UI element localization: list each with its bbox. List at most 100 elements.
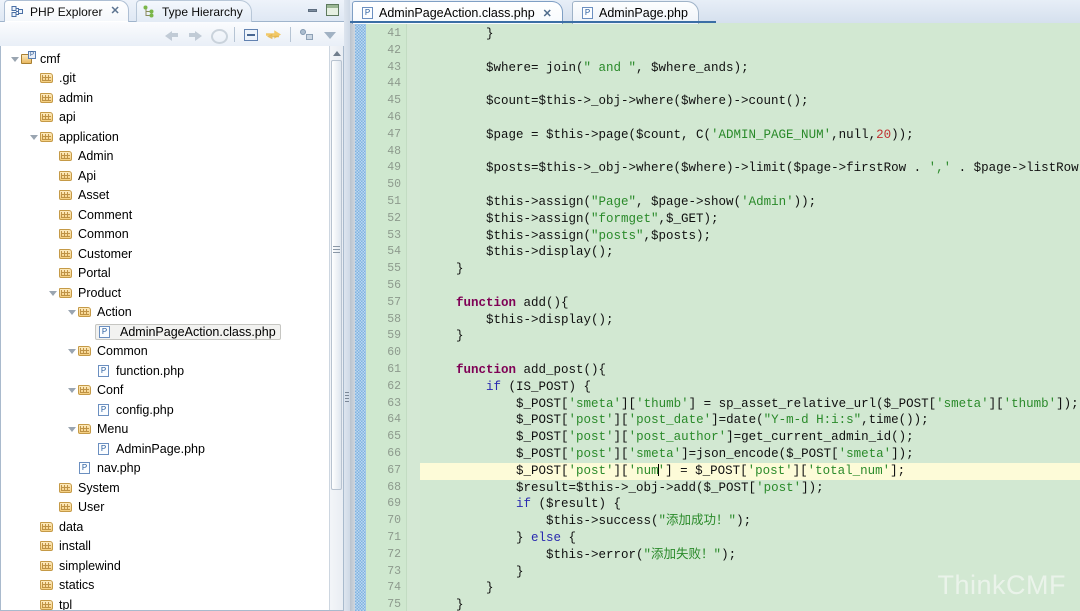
view-tab-php-explorer[interactable]: PHP Explorer ✕: [4, 0, 129, 22]
php-explorer-icon: [11, 5, 24, 18]
code-line[interactable]: } else {: [420, 530, 1080, 547]
maximize-icon[interactable]: [325, 3, 340, 17]
line-number-ruler: 41 42 43 44 45 46 47 48 49 50 51 52 53 54 55 56 57 58 59 60…: [366, 23, 416, 611]
expand-arrow-icon[interactable]: [47, 288, 57, 298]
link-with-editor-icon[interactable]: [264, 25, 284, 44]
code-line[interactable]: $this->error("添加失败！");: [420, 547, 1080, 564]
scroll-up-icon[interactable]: [330, 46, 343, 60]
code-line[interactable]: function add_post(){: [420, 362, 1080, 379]
code-line[interactable]: [420, 278, 1080, 295]
code-line[interactable]: $this->success("添加成功！");: [420, 513, 1080, 530]
code-line[interactable]: $where= join(" and ", $where_ands);: [420, 60, 1080, 77]
expand-arrow-icon[interactable]: [66, 385, 76, 395]
minimize-icon[interactable]: [305, 3, 320, 17]
tree-item-install[interactable]: install: [1, 537, 329, 557]
annotation-ruler[interactable]: [355, 23, 366, 611]
code-line[interactable]: [420, 110, 1080, 127]
code-line[interactable]: $this->display();: [420, 312, 1080, 329]
code-line[interactable]: [420, 144, 1080, 161]
code-line[interactable]: [420, 43, 1080, 60]
line-number: 46: [387, 110, 401, 124]
close-icon[interactable]: ✕: [110, 6, 119, 17]
tree-item-admin[interactable]: Admin: [1, 147, 329, 167]
tree-item-action[interactable]: Action: [1, 303, 329, 323]
forward-icon[interactable]: [185, 25, 205, 44]
code-line[interactable]: $_POST['post']['post_author']=get_curren…: [420, 429, 1080, 446]
view-menu-icon[interactable]: [297, 25, 317, 44]
tree-item-statics[interactable]: statics: [1, 576, 329, 596]
code-line[interactable]: if (IS_POST) {: [420, 379, 1080, 396]
code-line[interactable]: $_POST['post']['num'] = $_POST['post']['…: [420, 462, 1080, 480]
tree-item-simplewind[interactable]: simplewind: [1, 556, 329, 576]
code-line[interactable]: $_POST['smeta']['thumb'] = sp_asset_rela…: [420, 396, 1080, 413]
expand-arrow-icon[interactable]: [28, 132, 38, 142]
tree-item-product[interactable]: Product: [1, 283, 329, 303]
tree-item-conf[interactable]: Conf: [1, 381, 329, 401]
tree-item-function-php[interactable]: function.php: [1, 361, 329, 381]
expand-arrow-icon[interactable]: [66, 346, 76, 356]
code-line[interactable]: [420, 177, 1080, 194]
code-line[interactable]: $this->assign("Page", $page->show('Admin…: [420, 194, 1080, 211]
close-icon[interactable]: ✕: [543, 7, 552, 20]
code-line[interactable]: $this->assign("formget",$_GET);: [420, 211, 1080, 228]
code-line[interactable]: [420, 345, 1080, 362]
code-line[interactable]: function add(){: [420, 295, 1080, 312]
code-line[interactable]: $this->display();: [420, 244, 1080, 261]
code-line[interactable]: }: [420, 328, 1080, 345]
tree-item-system[interactable]: System: [1, 478, 329, 498]
tree-item-label: Action: [97, 305, 132, 320]
code-viewport[interactable]: 41 42 43 44 45 46 47 48 49 50 51 52 53 54 55 56 57 58 59 60…: [350, 23, 1080, 611]
folding-ruler[interactable]: [406, 23, 420, 611]
tree-item-api[interactable]: api: [1, 108, 329, 128]
tree-item-nav-php[interactable]: nav.php: [1, 459, 329, 479]
view-tab-type-hierarchy[interactable]: Type Hierarchy: [136, 0, 252, 22]
view-menu-triangle-icon[interactable]: [320, 25, 340, 44]
expand-arrow-icon[interactable]: [9, 54, 19, 64]
tree-item-tpl[interactable]: tpl: [1, 595, 329, 610]
tree-item--git[interactable]: .git: [1, 69, 329, 89]
tree-item-data[interactable]: data: [1, 517, 329, 537]
code-line[interactable]: $page = $this->page($count, C('ADMIN_PAG…: [420, 127, 1080, 144]
tree-item-asset[interactable]: Asset: [1, 186, 329, 206]
tree-item-user[interactable]: User: [1, 498, 329, 518]
collapse-all-icon[interactable]: [241, 25, 261, 44]
tree-item-application[interactable]: application: [1, 127, 329, 147]
scrollbar-thumb[interactable]: [331, 60, 342, 490]
source-code[interactable]: } $where= join(" and ", $where_ands); $c…: [420, 23, 1080, 611]
code-line[interactable]: $this->assign("posts",$posts);: [420, 228, 1080, 245]
tree-item-api[interactable]: Api: [1, 166, 329, 186]
tree-item-comment[interactable]: Comment: [1, 205, 329, 225]
expand-arrow-icon[interactable]: [66, 307, 76, 317]
home-icon[interactable]: [208, 25, 228, 44]
project-tree[interactable]: cmf .git admin api application Admin Api Asset C…: [0, 46, 344, 611]
code-line[interactable]: $_POST['post']['smeta']=json_encode($_PO…: [420, 446, 1080, 463]
tree-item-adminpage-php[interactable]: AdminPage.php: [1, 439, 329, 459]
code-line[interactable]: [420, 76, 1080, 93]
tree-item-common[interactable]: Common: [1, 342, 329, 362]
code-line[interactable]: }: [420, 26, 1080, 43]
tree-item-admin[interactable]: admin: [1, 88, 329, 108]
tree-item-customer[interactable]: Customer: [1, 244, 329, 264]
expand-arrow-icon[interactable]: [66, 424, 76, 434]
code-line[interactable]: if ($result) {: [420, 496, 1080, 513]
php-file-icon: [96, 403, 112, 417]
code-line[interactable]: $_POST['post']['post_date']=date("Y-m-d …: [420, 412, 1080, 429]
tree-item-label: Menu: [97, 422, 129, 437]
code-line[interactable]: }: [420, 261, 1080, 278]
tree-item-adminpageaction-class-php[interactable]: AdminPageAction.class.php: [1, 322, 329, 342]
code-line[interactable]: $count=$this->_obj->where($where)->count…: [420, 93, 1080, 110]
tree-item-config-php[interactable]: config.php: [1, 400, 329, 420]
back-icon[interactable]: [162, 25, 182, 44]
tree-scrollbar[interactable]: [329, 46, 343, 610]
folder-icon: [39, 559, 55, 573]
tree-item-portal[interactable]: Portal: [1, 264, 329, 284]
code-line[interactable]: $posts=$this->_obj->where($where)->limit…: [420, 160, 1080, 177]
tree-item-common[interactable]: Common: [1, 225, 329, 245]
tree-item-menu[interactable]: Menu: [1, 420, 329, 440]
code-line[interactable]: $result=$this->_obj->add($_POST['post'])…: [420, 480, 1080, 497]
folder-icon: [39, 91, 55, 105]
tree-item-cmf[interactable]: cmf: [1, 49, 329, 69]
